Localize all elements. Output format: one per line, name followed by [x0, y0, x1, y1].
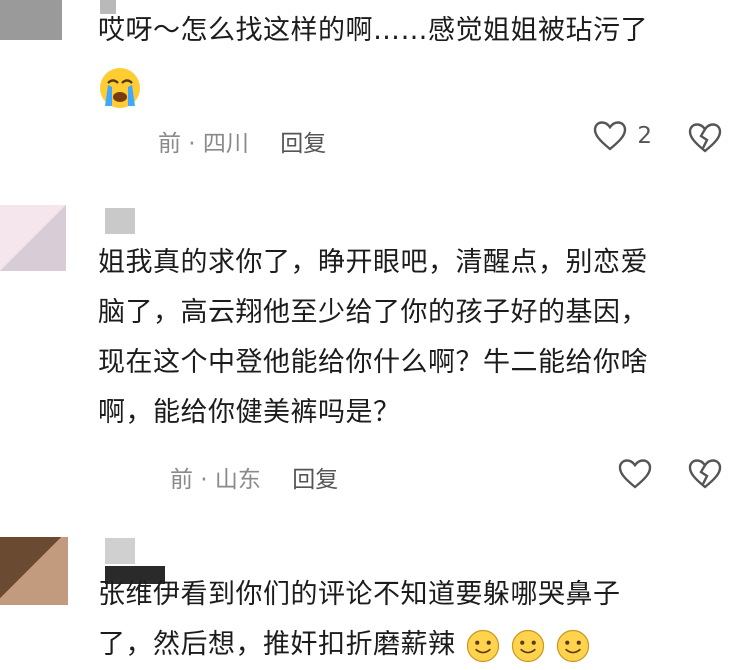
username-mosaic [105, 538, 135, 564]
avatar[interactable] [0, 0, 62, 40]
comment-meta: 前 · 四川 回复 [158, 124, 326, 158]
smiling-emoji [511, 629, 544, 662]
heart-icon [594, 121, 627, 151]
comment-text: 哎呀～怎么找这样的啊……感觉姐姐被玷污了 [98, 15, 648, 46]
time-location: 前 · 山东 [170, 467, 261, 493]
like-button[interactable]: 2 [593, 120, 652, 152]
like-button[interactable] [618, 458, 652, 490]
comment-line: 了，然后想，推奸扣折磨薪辣 [98, 620, 718, 670]
reply-button[interactable]: 回复 [280, 131, 326, 157]
broken-heart-icon [688, 123, 722, 153]
dislike-button[interactable] [688, 122, 722, 154]
avatar[interactable] [0, 537, 68, 605]
broken-heart-icon [688, 459, 722, 489]
avatar[interactable] [0, 205, 66, 271]
time-location: 前 · 四川 [158, 131, 249, 157]
comment-meta: 前 · 山东 回复 [170, 460, 338, 494]
comment-line: 脑了，高云翔他至少给了你的孩子好的基因， [98, 297, 648, 328]
comment-line: 啊，能给你健美裤吗是？ [98, 397, 401, 428]
comment-text: 张维伊看到你们的评论不知道要躲哪哭鼻子 了，然后想，推奸扣折磨薪辣 [98, 570, 718, 670]
username-mosaic [105, 208, 135, 234]
comment-line: 张维伊看到你们的评论不知道要躲哪哭鼻子 [98, 579, 621, 610]
crying-emoji [98, 66, 142, 114]
comment-line: 姐我真的求你了，睁开眼吧，清醒点，别恋爱 [98, 247, 648, 278]
reply-button[interactable]: 回复 [292, 467, 338, 493]
heart-icon [618, 459, 652, 489]
dislike-button[interactable] [688, 458, 722, 490]
comment-line: 现在这个中登他能给你什么啊？牛二能给你啥 [98, 347, 648, 378]
smiling-emoji [466, 629, 499, 662]
smiling-emoji [556, 629, 589, 662]
comment-text: 姐我真的求你了，睁开眼吧，清醒点，别恋爱 脑了，高云翔他至少给了你的孩子好的基因… [98, 238, 718, 438]
like-count: 2 [637, 123, 652, 149]
